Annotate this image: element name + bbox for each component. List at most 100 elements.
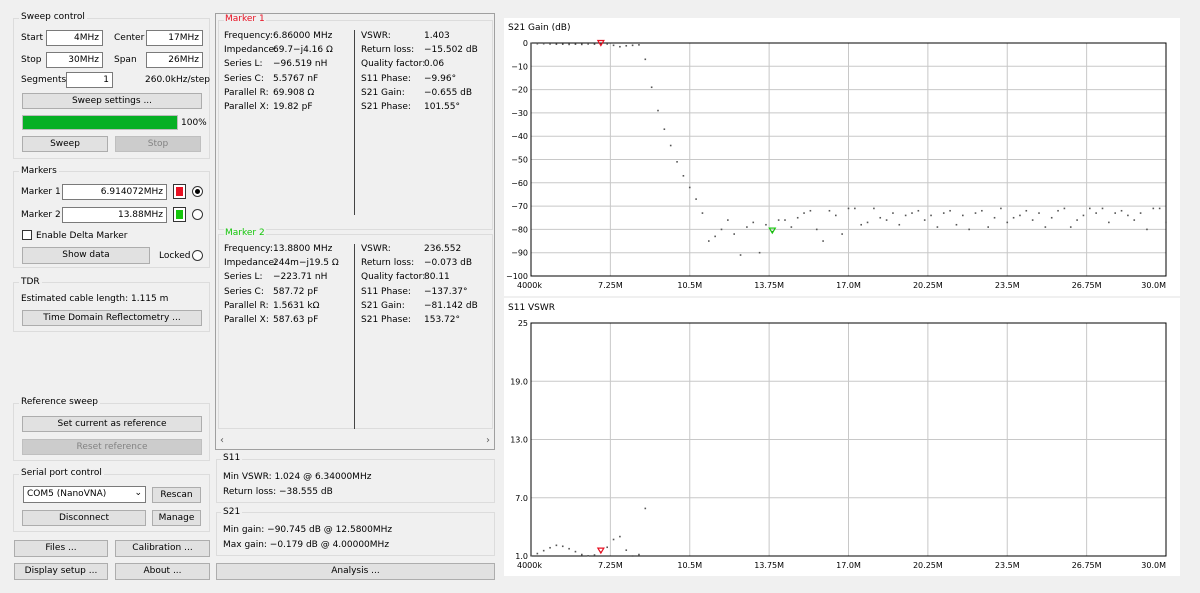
data-point: [606, 43, 608, 45]
data-point: [1063, 207, 1066, 210]
start-input[interactable]: 4MHz: [46, 30, 103, 46]
locked-radio[interactable]: [192, 250, 203, 261]
data-point: [587, 555, 589, 557]
x-tick-label: 13.75M: [754, 281, 784, 290]
s21-gain-chart[interactable]: S21 Gain (dB) 0 −10 −20 −30 −40 −50 −60 −70 −80−…: [504, 18, 1180, 296]
data-point: [574, 43, 577, 45]
segments-input[interactable]: 1: [66, 72, 113, 88]
center-label: Center: [114, 33, 145, 43]
y-tick-label: −90: [511, 249, 528, 258]
data-point: [885, 219, 888, 221]
data-point: [733, 233, 735, 235]
stop-input[interactable]: 30MHz: [46, 52, 103, 68]
data-point: [587, 43, 589, 45]
marker2-color-button[interactable]: [173, 207, 186, 222]
data-point: [593, 554, 596, 556]
data-point: [682, 175, 685, 177]
data-point: [695, 198, 697, 200]
marker1-data-title: Marker 1: [224, 14, 266, 24]
data-point: [1108, 221, 1110, 224]
marker1-color-fill: [176, 187, 183, 196]
delta-marker-checkbox[interactable]: [22, 230, 32, 240]
set-reference-button[interactable]: Set current as reference: [22, 416, 202, 432]
marker2-frequency-input[interactable]: 13.88MHz: [62, 207, 167, 223]
sweep-button[interactable]: Sweep: [22, 136, 108, 152]
sweep-settings-button[interactable]: Sweep settings ...: [22, 93, 202, 109]
data-point: [561, 43, 564, 45]
display-setup-button[interactable]: Display setup ...: [14, 563, 108, 580]
data-point: [784, 219, 786, 221]
data-point: [1031, 219, 1034, 221]
marker2-data-left-value: 244m−j19.5 Ω: [273, 258, 339, 269]
data-point: [1069, 226, 1072, 228]
rescan-button[interactable]: Rescan: [152, 487, 201, 503]
data-point: [650, 86, 653, 89]
marker1-data-right-value: −9.96°: [424, 73, 457, 84]
data-point: [993, 216, 996, 219]
stop-button[interactable]: Stop: [115, 136, 201, 152]
stop-label: Stop: [21, 55, 42, 65]
horizontal-scrollbar[interactable]: ‹ ›: [216, 435, 494, 449]
data-point: [688, 186, 691, 189]
data-point: [612, 44, 615, 47]
data-point: [879, 216, 882, 219]
port-select[interactable]: COM5 (NanoVNA) ⌄: [23, 486, 146, 503]
disconnect-button[interactable]: Disconnect: [22, 510, 146, 526]
y-tick-label: −30: [511, 109, 528, 118]
show-data-button[interactable]: Show data: [22, 247, 150, 264]
files-button[interactable]: Files ...: [14, 540, 108, 557]
s21-max-gain: Max gain: −0.179 dB @ 4.00000MHz: [223, 540, 390, 550]
marker1-frequency-input[interactable]: 6.914072MHz: [62, 184, 167, 200]
sweep-progress-fill: [23, 116, 177, 129]
marker2-radio[interactable]: [192, 209, 203, 220]
scroll-right-icon[interactable]: ›: [486, 435, 490, 446]
marker2-data-title: Marker 2: [224, 228, 266, 238]
analysis-button[interactable]: Analysis ...: [216, 563, 495, 580]
data-point: [657, 109, 659, 112]
s11-min-vswr: Min VSWR: 1.024 @ 6.34000MHz: [223, 472, 372, 482]
tdr-button[interactable]: Time Domain Reflectometry ...: [22, 310, 202, 326]
calibration-button[interactable]: Calibration ...: [115, 540, 210, 557]
s21-min-gain: Min gain: −90.745 dB @ 12.5800MHz: [223, 525, 393, 535]
marker2-data-left-key: Series L:: [224, 272, 263, 283]
tdr-title: TDR: [19, 277, 42, 287]
about-button[interactable]: About ...: [115, 563, 210, 580]
y-tick-label: −20: [511, 86, 528, 95]
data-point: [561, 545, 564, 548]
x-tick-label: 10.5M: [677, 561, 702, 570]
reset-reference-button[interactable]: Reset reference: [22, 439, 202, 455]
y-tick-label: −70: [511, 202, 528, 211]
data-point: [581, 553, 583, 556]
data-point: [765, 223, 767, 226]
data-point: [962, 214, 964, 217]
cable-length-text: Estimated cable length: 1.115 m: [21, 294, 169, 304]
span-input[interactable]: 26MHz: [146, 52, 203, 68]
scroll-left-icon[interactable]: ‹: [220, 435, 224, 446]
x-tick-label: 7.25M: [598, 561, 623, 570]
y-tick-label: −40: [511, 132, 528, 141]
y-tick-label: −60: [511, 179, 528, 188]
marker1-data-left-value: 5.5767 nF: [273, 73, 319, 84]
reference-title: Reference sweep: [19, 397, 101, 407]
marker1-color-button[interactable]: [173, 184, 186, 199]
data-point: [790, 226, 793, 228]
x-tick-label: 10.5M: [677, 281, 702, 290]
data-point: [644, 507, 647, 510]
data-point: [796, 216, 799, 219]
port-select-value: COM5 (NanoVNA): [27, 489, 107, 499]
x-tick-label: 17.0M: [836, 561, 861, 570]
data-point: [1006, 221, 1009, 224]
data-point: [930, 214, 932, 217]
x-tick-label: 4000k: [517, 281, 542, 290]
sweep-control-title: Sweep control: [19, 12, 87, 22]
s11-vswr-chart[interactable]: S11 VSWR 1.0 7.0 13.0 19.0 25 4000k 7.25M 10.5M…: [504, 298, 1180, 576]
data-point: [619, 535, 621, 538]
data-point: [530, 554, 532, 557]
data-point: [904, 214, 907, 217]
center-input[interactable]: 17MHz: [146, 30, 203, 46]
span-label: Span: [114, 55, 137, 65]
marker2-data-left-value: 587.63 pF: [273, 315, 319, 325]
manage-button[interactable]: Manage: [152, 510, 201, 526]
marker1-radio[interactable]: [192, 186, 203, 197]
data-point: [638, 553, 640, 556]
